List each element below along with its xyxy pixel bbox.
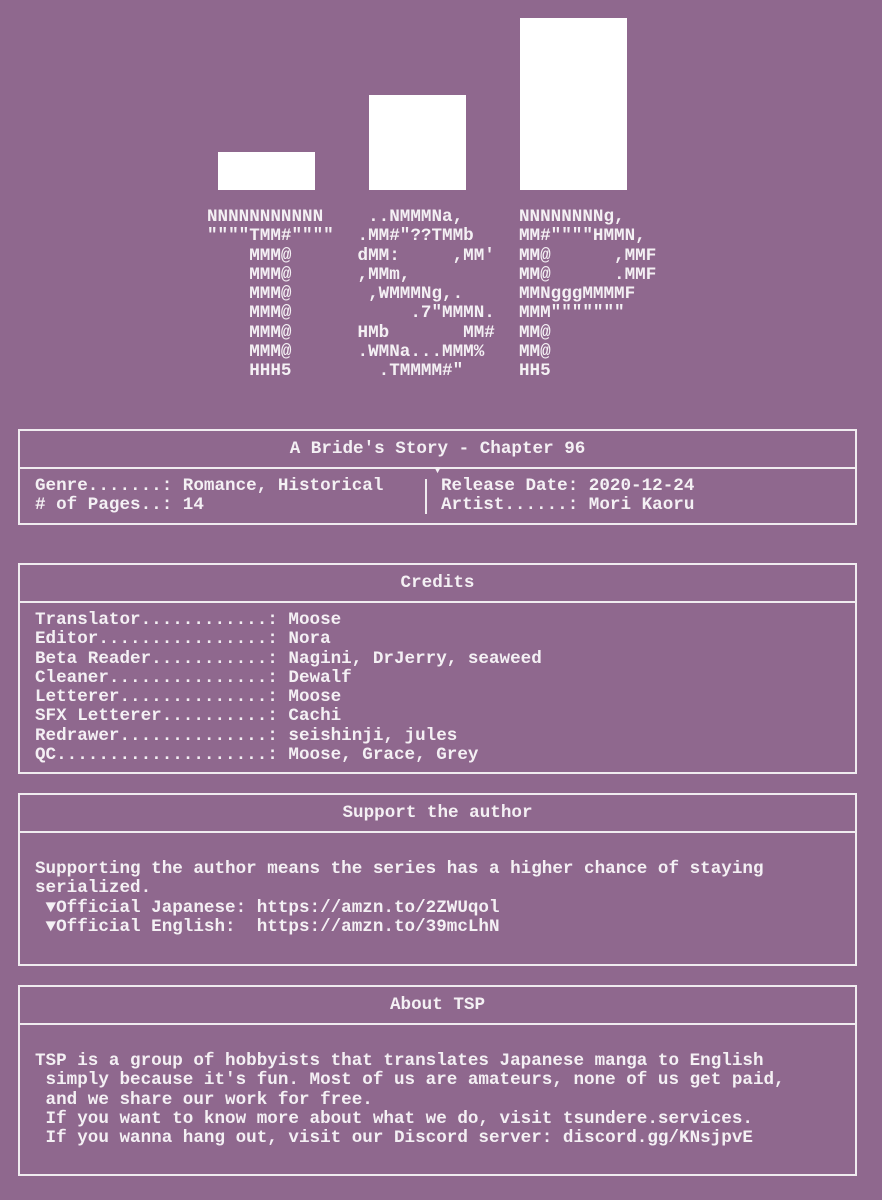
about-panel: About TSP TSP is a group of hobbyists th… xyxy=(18,985,857,1176)
logo-ascii-t: NNNNNNNNNNN """"TMM#"""" MMM@ MMM@ MMM@ … xyxy=(207,207,334,382)
credit-line: Translator............: Moose xyxy=(35,610,342,630)
credit-line: Cleaner...............: Dewalf xyxy=(35,667,352,688)
release-date: Release Date: 2020-12-24 xyxy=(441,476,695,496)
info-panel: A Bride's Story - Chapter 96 ▼ Genre.....… xyxy=(18,429,857,525)
column-divider xyxy=(425,479,427,514)
logo-bar-large xyxy=(520,18,627,190)
about-text: simply because it's fun. Most of us are … xyxy=(35,1070,785,1091)
official-english-link[interactable]: ▼Official English: https://amzn.to/39mcL… xyxy=(35,917,840,937)
official-japanese-link[interactable]: ▼Official Japanese: https://amzn.to/2ZWU… xyxy=(35,898,840,918)
logo-bar-medium xyxy=(369,95,466,190)
support-title: Support the author xyxy=(20,795,855,833)
page-count: # of Pages..: 14 xyxy=(35,495,204,516)
logo-bar-small xyxy=(218,152,315,190)
logo-ascii-s: ..NMMMNa, .MM#"??TMMb dMM: ,MM' ,MMm, ,W… xyxy=(357,207,495,382)
credits-panel: Credits Translator............: Moose Ed… xyxy=(18,563,857,774)
credit-line: Beta Reader...........: Nagini, DrJerry,… xyxy=(35,648,542,669)
credit-line: QC....................: Moose, Grace, Gr… xyxy=(35,745,479,766)
credit-line: Letterer..............: Moose xyxy=(35,687,342,708)
about-text: and we share our work for free. xyxy=(35,1089,373,1110)
credit-line: Redrawer..............: seishinji, jules xyxy=(35,725,458,746)
about-discord-line[interactable]: If you wanna hang out, visit our Discord… xyxy=(35,1128,840,1148)
artist: Artist......: Mori Kaoru xyxy=(441,495,695,516)
support-panel: Support the author Supporting the author… xyxy=(18,793,857,966)
chapter-title: A Bride's Story - Chapter 96 xyxy=(289,439,586,459)
logo-ascii-p: NNNNNNNNg, MM#""""HMMN, MM@ ,MMF MM@ .MM… xyxy=(519,207,657,382)
about-website-line[interactable]: If you want to know more about what we d… xyxy=(35,1109,840,1129)
credits-title: Credits xyxy=(20,565,855,603)
credit-line: Editor................: Nora xyxy=(35,629,331,650)
genre: Genre.......: Romance, Historical xyxy=(35,476,384,496)
triangle-down-icon: ▼ xyxy=(434,465,441,477)
about-title: About TSP xyxy=(20,987,855,1025)
credit-line: SFX Letterer..........: Cachi xyxy=(35,706,342,727)
about-text: TSP is a group of hobbyists that transla… xyxy=(35,1051,764,1071)
support-text: Supporting the author means the series h… xyxy=(35,859,764,879)
support-text: serialized. xyxy=(35,878,152,899)
